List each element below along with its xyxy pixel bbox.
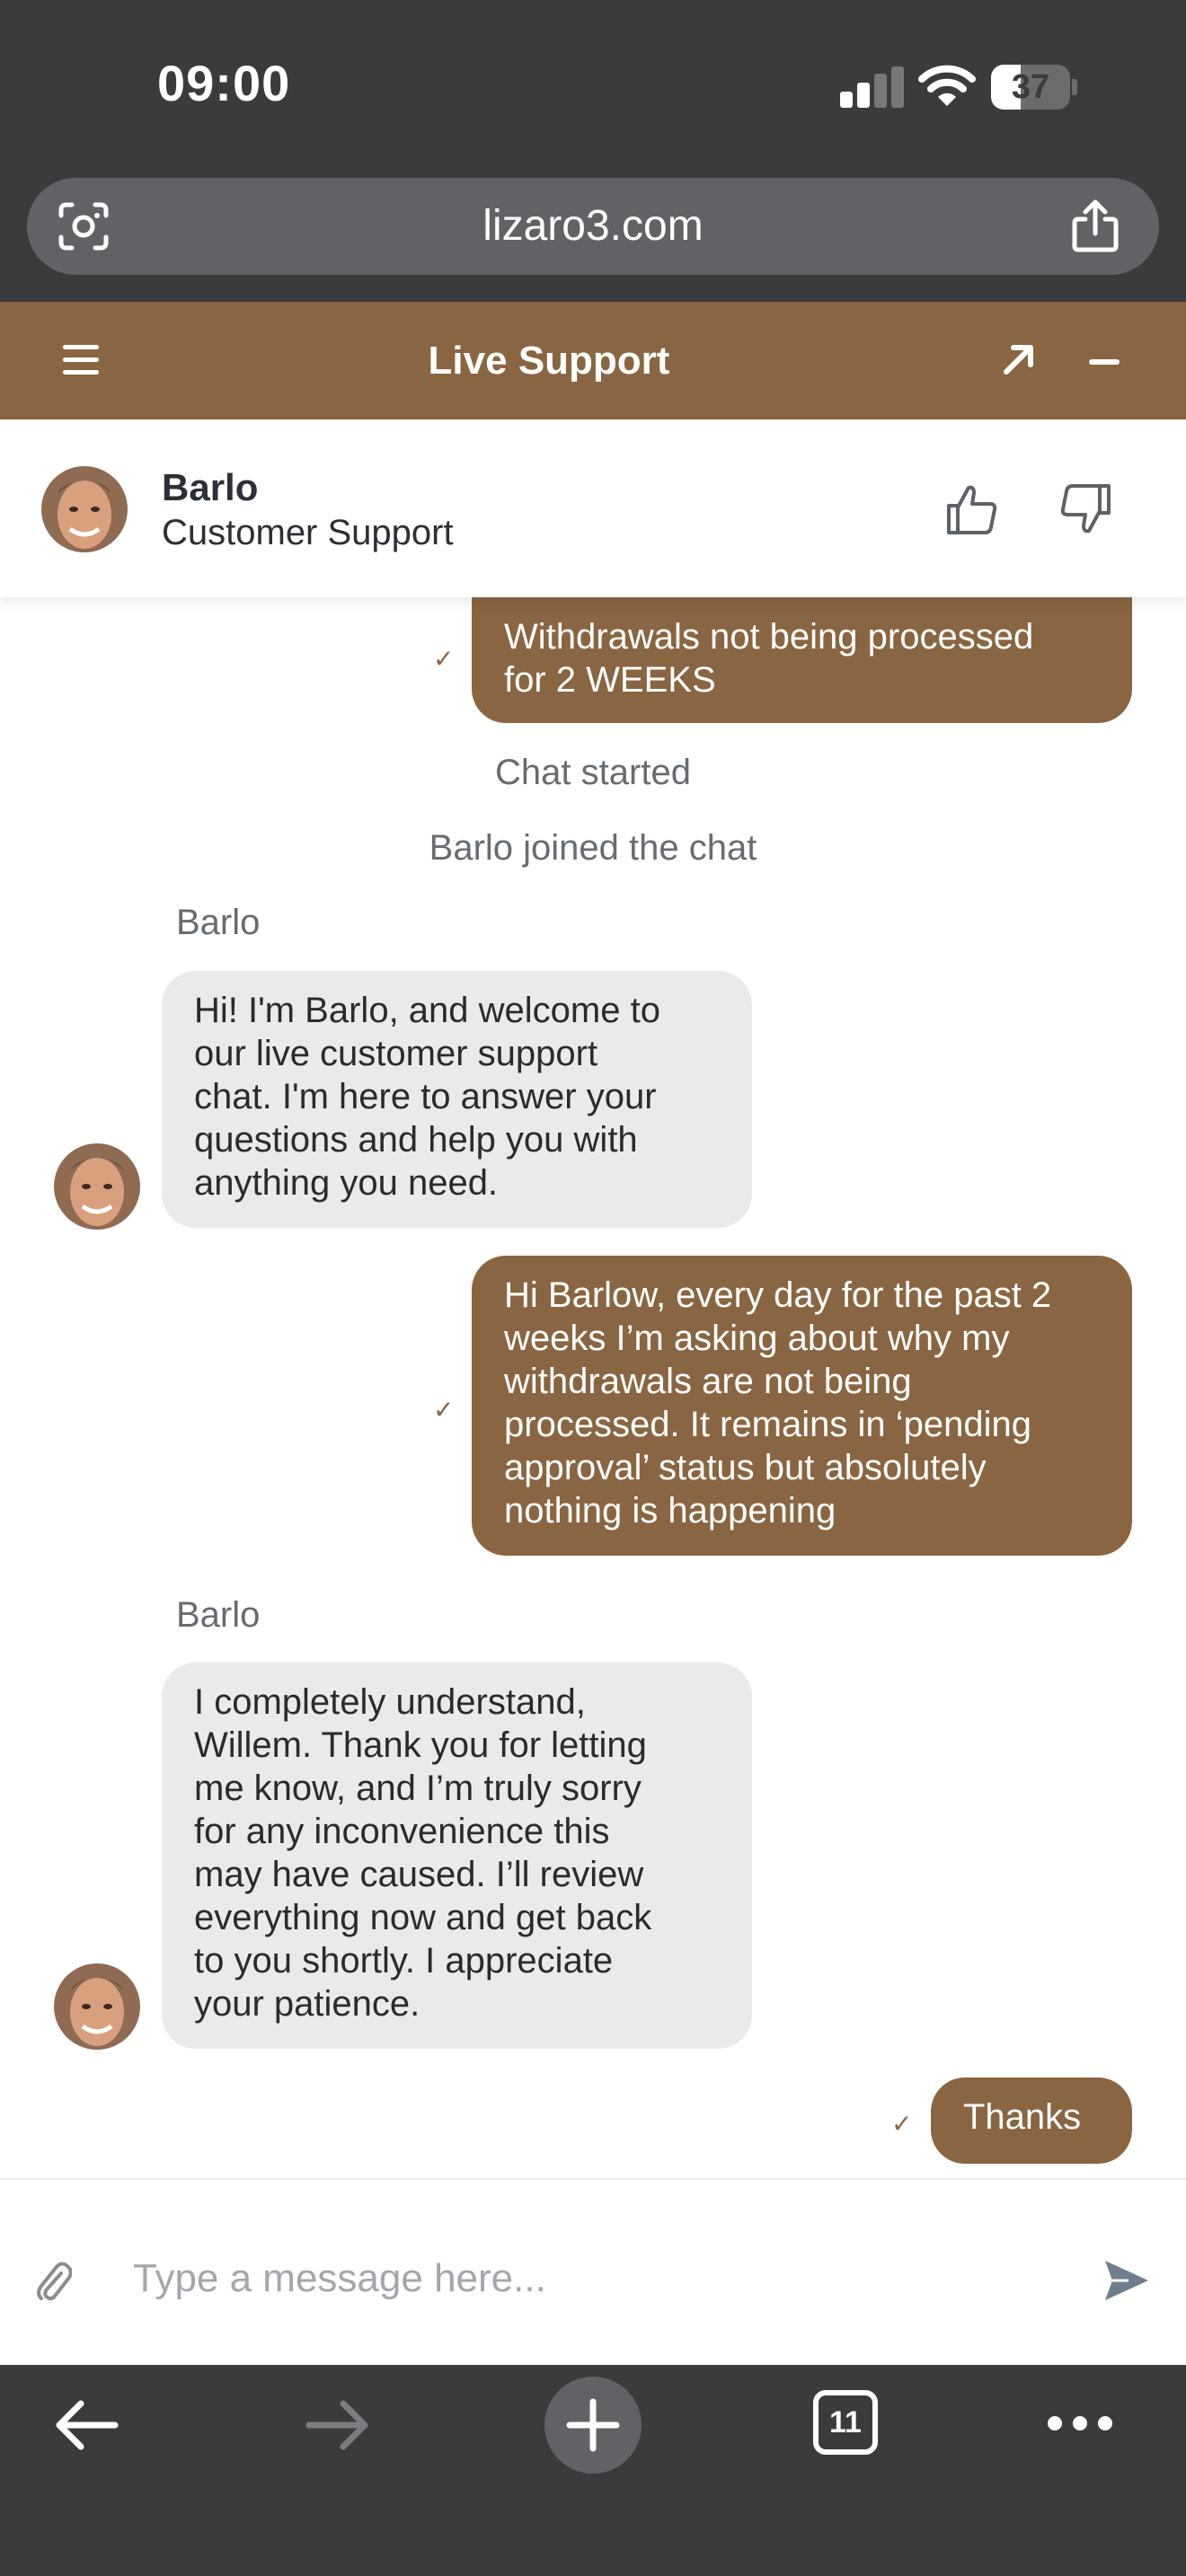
sender-name: Barlo <box>176 903 261 942</box>
system-message: Chat started <box>495 753 691 792</box>
new-tab-plus-icon <box>566 2398 620 2452</box>
sent-check-icon: ✓ <box>891 2110 913 2138</box>
thumbs-down-icon[interactable] <box>1057 481 1114 538</box>
battery-icon: 37 <box>991 65 1077 110</box>
agent-avatar <box>54 1963 140 2050</box>
system-message: Barlo joined the chat <box>429 828 757 868</box>
sender-name: Barlo <box>176 1595 261 1635</box>
agent-name: Barlo <box>162 466 259 508</box>
back-arrow-icon[interactable] <box>52 2398 119 2452</box>
battery-percent: 37 <box>1011 68 1050 106</box>
user-message: Withdrawals not being processed for 2 WE… <box>472 597 1132 723</box>
url-text[interactable]: lizaro3.com <box>27 178 1159 275</box>
agent-role: Customer Support <box>162 513 454 552</box>
user-message: Hi Barlow, every day for the past 2 week… <box>472 1256 1132 1556</box>
tabs-icon[interactable]: 11 <box>813 2390 878 2455</box>
cellular-signal-icon <box>840 66 904 108</box>
user-message: Thanks <box>931 2078 1132 2164</box>
attachment-icon[interactable] <box>34 2261 72 2304</box>
message-input[interactable] <box>133 2243 1067 2315</box>
message-list[interactable]: ✓ Withdrawals not being processed for 2 … <box>0 597 1186 2178</box>
minimize-icon[interactable] <box>1089 359 1120 365</box>
agent-avatar <box>41 466 128 552</box>
new-tab-button[interactable] <box>544 2377 642 2474</box>
send-icon[interactable] <box>1102 2255 1152 2306</box>
chat-title: Live Support <box>428 339 670 383</box>
more-icon[interactable] <box>1048 2416 1112 2430</box>
status-bar: 09:00 37 <box>0 0 1186 171</box>
expand-icon[interactable] <box>999 340 1039 379</box>
sent-check-icon: ✓ <box>433 645 455 673</box>
message-composer <box>0 2178 1186 2365</box>
status-time: 09:00 <box>157 55 291 111</box>
agent-card: Barlo Customer Support <box>0 419 1186 597</box>
agent-message: Hi! I'm Barlo, and welcome to our live c… <box>162 971 752 1228</box>
share-icon[interactable] <box>1069 198 1121 253</box>
thumbs-up-icon[interactable] <box>943 481 1001 538</box>
wifi-icon <box>918 65 976 106</box>
agent-avatar <box>54 1143 140 1230</box>
forward-arrow-icon[interactable] <box>305 2398 372 2452</box>
agent-message: I completely understand, Willem. Thank y… <box>162 1663 752 2049</box>
address-bar[interactable]: lizaro3.com <box>27 178 1159 275</box>
sent-check-icon: ✓ <box>433 1396 455 1424</box>
